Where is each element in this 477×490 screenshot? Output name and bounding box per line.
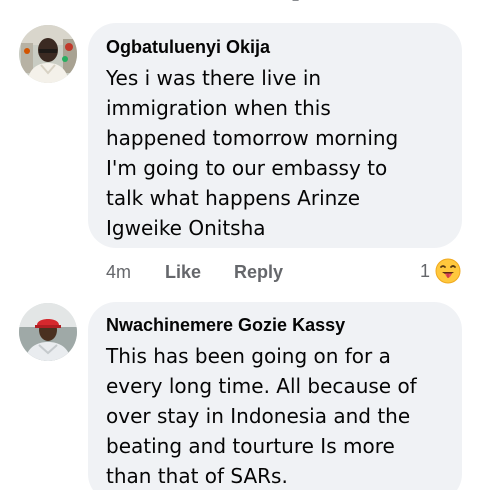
comment-text-line: every long time. All because of xyxy=(106,374,417,398)
avatar[interactable] xyxy=(19,25,77,83)
comment-text-line: immigration when this xyxy=(106,96,331,120)
comment-text: Yes i was there live in immigration when… xyxy=(106,63,446,243)
comment-timestamp[interactable]: 4m xyxy=(106,260,131,284)
comment-text-line: beating and tourture Is more xyxy=(106,434,395,458)
comment-text-line: Yes i was there live in xyxy=(106,66,322,90)
avatar[interactable] xyxy=(19,303,77,361)
comment-author-name[interactable]: Ogbatuluenyi Okija xyxy=(106,36,446,58)
comment-text-line: over stay in Indonesia and the xyxy=(106,404,411,428)
previous-comment-fragment xyxy=(292,0,304,2)
comment-text-line: talk what happens Arinze xyxy=(106,186,361,210)
like-button[interactable]: Like xyxy=(165,260,201,284)
tongue-out-face-emoji-icon xyxy=(435,258,461,284)
comment-text-line: Igweike Onitsha xyxy=(106,216,266,240)
comment-bubble: Nwachinemere Gozie Kassy This has been g… xyxy=(88,302,462,490)
comment-thread: Ogbatuluenyi Okija Yes i was there live … xyxy=(0,0,477,490)
comment-author-name[interactable]: Nwachinemere Gozie Kassy xyxy=(106,314,446,336)
comment-text-line: than that of SARs. xyxy=(106,464,288,488)
comment-text-line: This has been going on for a xyxy=(106,344,391,368)
comment-text: This has been going on for a every long … xyxy=(106,341,446,490)
reply-button[interactable]: Reply xyxy=(234,260,283,284)
comment-bubble: Ogbatuluenyi Okija Yes i was there live … xyxy=(88,23,462,248)
comment-text-line: happened tomorrow morning xyxy=(106,126,399,150)
comment-text-line: I'm going to our embassy to xyxy=(106,156,388,180)
reaction-count: 1 xyxy=(420,261,431,281)
